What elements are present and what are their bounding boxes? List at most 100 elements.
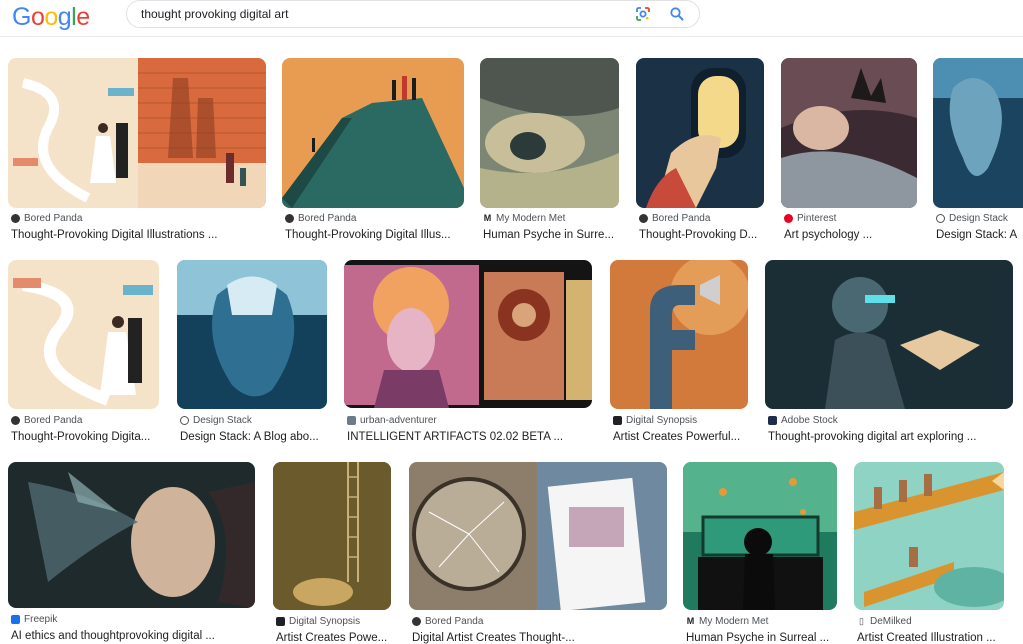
result-thumbnail[interactable] bbox=[177, 260, 327, 409]
header: Google bbox=[0, 0, 1023, 36]
result-source[interactable]: Design Stack bbox=[180, 415, 252, 426]
result-source[interactable]: M My Modern Met bbox=[483, 213, 566, 224]
result-source[interactable]: Digital Synopsis bbox=[276, 616, 360, 627]
result-source[interactable]: Digital Synopsis bbox=[613, 415, 697, 426]
source-name: urban-adventurer bbox=[360, 415, 437, 426]
result-thumbnail[interactable] bbox=[8, 58, 266, 208]
logo-letter: e bbox=[76, 3, 90, 31]
result-title[interactable]: Thought-Provoking Digital Illustrations … bbox=[11, 229, 269, 241]
source-name: Digital Synopsis bbox=[289, 616, 361, 627]
source-name: Digital Synopsis bbox=[626, 415, 698, 426]
source-name: DeMilked bbox=[870, 616, 912, 627]
result-title[interactable]: Thought-provoking digital art exploring … bbox=[768, 431, 1016, 443]
result-title[interactable]: Thought-Provoking Digita... bbox=[11, 431, 162, 443]
result-source[interactable]: ▯ DeMilked bbox=[857, 616, 912, 627]
result-thumbnail[interactable] bbox=[933, 58, 1023, 208]
my-modern-met-icon: M bbox=[483, 213, 492, 223]
source-name: My Modern Met bbox=[699, 616, 769, 627]
image-result[interactable]: M My Modern Met Human Psyche in Surreal … bbox=[683, 462, 839, 644]
result-thumbnail[interactable] bbox=[273, 462, 391, 610]
search-icon[interactable] bbox=[669, 6, 685, 22]
search-input[interactable] bbox=[141, 5, 611, 23]
source-name: Bored Panda bbox=[24, 415, 83, 426]
result-title[interactable]: Design Stack: A bbox=[936, 229, 1023, 241]
result-source[interactable]: Pinterest bbox=[784, 213, 836, 224]
result-source[interactable]: Freepik bbox=[11, 614, 57, 625]
result-title[interactable]: Digital Artist Creates Thought-... bbox=[412, 632, 670, 644]
result-source[interactable]: Design Stack bbox=[936, 213, 1008, 224]
result-thumbnail[interactable] bbox=[636, 58, 764, 208]
image-result[interactable]: ▯ DeMilked Artist Created Illustration .… bbox=[854, 462, 1006, 644]
source-name: Bored Panda bbox=[425, 616, 484, 627]
result-title[interactable]: Design Stack: A Blog abo... bbox=[180, 431, 330, 443]
result-title[interactable]: Thought-Provoking Digital Illus... bbox=[285, 229, 467, 241]
result-title[interactable]: AI ethics and thoughtprovoking digital .… bbox=[11, 630, 258, 642]
image-result[interactable]: Freepik AI ethics and thoughtprovoking d… bbox=[8, 462, 258, 642]
result-source[interactable]: urban-adventurer bbox=[347, 415, 437, 426]
result-thumbnail[interactable] bbox=[8, 260, 159, 409]
demilked-icon: ▯ bbox=[859, 616, 864, 626]
logo-letter: o bbox=[44, 3, 58, 31]
result-thumbnail[interactable] bbox=[683, 462, 837, 610]
image-result[interactable]: Design Stack Design Stack: A Blog abo... bbox=[177, 260, 329, 450]
image-result[interactable]: Adobe Stock Thought-provoking digital ar… bbox=[765, 260, 1015, 450]
result-thumbnail[interactable] bbox=[480, 58, 619, 208]
urban-adventurer-icon bbox=[347, 416, 356, 425]
bored-panda-icon bbox=[11, 214, 20, 223]
image-result[interactable]: Bored Panda Thought-Provoking D... bbox=[636, 58, 766, 248]
logo-letter: G bbox=[12, 3, 31, 31]
my-modern-met-icon: M bbox=[686, 616, 695, 626]
bored-panda-icon bbox=[639, 214, 648, 223]
result-title[interactable]: Artist Created Illustration ... bbox=[857, 632, 1007, 644]
result-thumbnail[interactable] bbox=[344, 260, 592, 408]
adobe-stock-icon bbox=[768, 416, 777, 425]
image-result[interactable]: Bored Panda Thought-Provoking Digital Il… bbox=[282, 58, 466, 248]
result-source[interactable]: Bored Panda bbox=[11, 213, 82, 224]
bored-panda-icon bbox=[11, 416, 20, 425]
image-result[interactable]: Bored Panda Thought-Provoking Digita... bbox=[8, 260, 160, 450]
search-box[interactable] bbox=[126, 0, 700, 28]
result-title[interactable]: Artist Creates Powerful... bbox=[613, 431, 751, 443]
source-name: Design Stack bbox=[193, 415, 252, 426]
image-result[interactable]: Design Stack Design Stack: A bbox=[933, 58, 1023, 248]
image-result[interactable]: urban-adventurer INTELLIGENT ARTIFACTS 0… bbox=[344, 260, 594, 450]
image-result[interactable]: Pinterest Art psychology ... bbox=[781, 58, 919, 248]
bored-panda-icon bbox=[412, 617, 421, 626]
google-lens-icon[interactable] bbox=[635, 6, 651, 22]
result-thumbnail[interactable] bbox=[8, 462, 255, 608]
result-title[interactable]: Artist Creates Powe... bbox=[276, 632, 394, 644]
result-source[interactable]: Bored Panda bbox=[639, 213, 710, 224]
image-result[interactable]: Bored Panda Digital Artist Creates Thoug… bbox=[409, 462, 669, 644]
result-thumbnail[interactable] bbox=[610, 260, 748, 409]
result-source[interactable]: M My Modern Met bbox=[686, 616, 769, 627]
result-thumbnail[interactable] bbox=[409, 462, 667, 610]
google-logo[interactable]: Google bbox=[12, 3, 90, 31]
result-thumbnail[interactable] bbox=[282, 58, 464, 208]
digital-synopsis-icon bbox=[276, 617, 285, 626]
result-title[interactable]: Art psychology ... bbox=[784, 229, 920, 241]
image-result[interactable]: Digital Synopsis Artist Creates Powerful… bbox=[610, 260, 750, 450]
result-thumbnail[interactable] bbox=[854, 462, 1004, 610]
logo-letter: g bbox=[57, 3, 72, 31]
result-source[interactable]: Bored Panda bbox=[11, 415, 82, 426]
result-thumbnail[interactable] bbox=[781, 58, 917, 208]
result-source[interactable]: Bored Panda bbox=[285, 213, 356, 224]
source-name: Pinterest bbox=[797, 213, 837, 224]
result-title[interactable]: INTELLIGENT ARTIFACTS 02.02 BETA ... bbox=[347, 431, 595, 443]
source-name: Freepik bbox=[24, 614, 58, 625]
image-result[interactable]: Digital Synopsis Artist Creates Powe... bbox=[273, 462, 393, 644]
image-result[interactable]: M My Modern Met Human Psyche in Surre... bbox=[480, 58, 620, 248]
digital-synopsis-icon bbox=[613, 416, 622, 425]
pinterest-icon bbox=[784, 214, 793, 223]
design-stack-icon bbox=[180, 416, 189, 425]
source-name: Bored Panda bbox=[652, 213, 711, 224]
design-stack-icon bbox=[936, 214, 945, 223]
source-name: Bored Panda bbox=[298, 213, 357, 224]
image-result[interactable]: Bored Panda Thought-Provoking Digital Il… bbox=[8, 58, 268, 248]
result-title[interactable]: Thought-Provoking D... bbox=[639, 229, 767, 241]
result-title[interactable]: Human Psyche in Surreal ... bbox=[686, 632, 840, 644]
result-source[interactable]: Bored Panda bbox=[412, 616, 483, 627]
result-title[interactable]: Human Psyche in Surre... bbox=[483, 229, 622, 241]
result-source[interactable]: Adobe Stock bbox=[768, 415, 838, 426]
result-thumbnail[interactable] bbox=[765, 260, 1013, 409]
